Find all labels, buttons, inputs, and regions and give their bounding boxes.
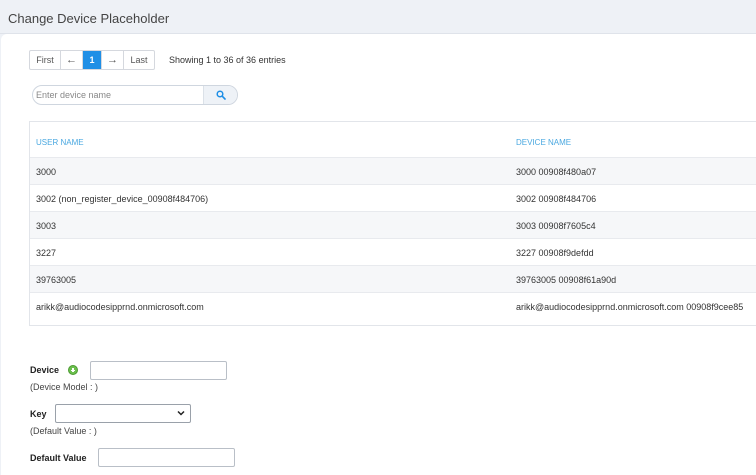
column-header-device-name[interactable]: DEVICE NAME <box>516 138 571 147</box>
last-page-button[interactable]: Last <box>124 51 154 69</box>
device-label: Device <box>30 365 60 375</box>
default-value-note: (Default Value : ) <box>30 426 97 436</box>
next-page-button[interactable]: → <box>102 51 124 69</box>
first-page-button[interactable]: First <box>30 51 61 69</box>
search-button[interactable] <box>203 86 237 104</box>
table-row[interactable]: 3227 3227 00908f9defdd <box>30 238 756 265</box>
search-input[interactable] <box>33 86 205 104</box>
user-name-cell: arikk@audiocodesipprnd.onmicrosoft.com <box>36 302 204 312</box>
prev-page-button[interactable]: ← <box>61 51 83 69</box>
device-name-cell: 3000 00908f480a07 <box>516 167 597 177</box>
table-row[interactable]: 3002 (non_register_device_00908f484706) … <box>30 184 756 211</box>
user-name-cell: 39763005 <box>36 275 77 285</box>
device-name-cell: 3227 00908f9defdd <box>516 248 594 258</box>
device-input[interactable] <box>90 361 227 380</box>
devices-table: USER NAME DEVICE NAME 3000 3000 00908f48… <box>29 121 756 326</box>
chevron-down-icon <box>177 410 185 416</box>
key-select[interactable] <box>55 404 191 423</box>
device-name-cell: arikk@audiocodesipprnd.onmicrosoft.com 0… <box>516 302 744 312</box>
user-name-cell: 3003 <box>36 221 57 231</box>
table-row[interactable]: 3000 3000 00908f480a07 <box>30 157 756 184</box>
default-value-input[interactable] <box>98 448 235 467</box>
search-icon <box>215 90 226 100</box>
user-name-cell: 3227 <box>36 248 57 258</box>
table-header: USER NAME DEVICE NAME <box>30 122 756 157</box>
device-model-note: (Device Model : ) <box>30 382 99 392</box>
table-row[interactable]: 39763005 39763005 00908f61a90d <box>30 265 756 292</box>
current-page-button[interactable]: 1 <box>83 51 102 69</box>
add-device-icon[interactable] <box>68 365 78 375</box>
user-name-cell: 3002 (non_register_device_00908f484706) <box>36 194 209 204</box>
user-name-cell: 3000 <box>36 167 57 177</box>
default-value-label: Default Value <box>30 453 87 463</box>
device-name-cell: 3003 00908f7605c4 <box>516 221 596 231</box>
entries-info: Showing 1 to 36 of 36 entries <box>169 55 286 65</box>
search-box <box>32 85 238 105</box>
device-name-cell: 3002 00908f484706 <box>516 194 597 204</box>
key-label: Key <box>30 409 47 419</box>
table-row[interactable]: 3003 3003 00908f7605c4 <box>30 211 756 238</box>
column-header-user-name[interactable]: USER NAME <box>36 138 84 147</box>
device-name-cell: 39763005 00908f61a90d <box>516 275 617 285</box>
page-header: Change Device Placeholder <box>0 0 756 34</box>
table-row[interactable]: arikk@audiocodesipprnd.onmicrosoft.com a… <box>30 292 756 319</box>
pagination: First ← 1 → Last <box>29 50 155 70</box>
page-title: Change Device Placeholder <box>8 11 170 26</box>
